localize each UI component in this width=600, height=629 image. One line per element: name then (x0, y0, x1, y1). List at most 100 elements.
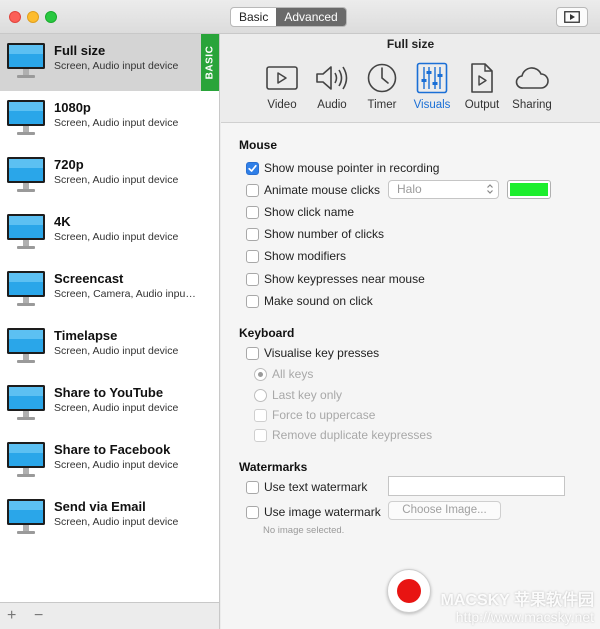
visualise-keys-checkbox[interactable] (246, 346, 259, 360)
preset-item[interactable]: 720p Screen, Audio input device (0, 148, 219, 205)
monitor-icon (7, 43, 45, 78)
tab-visuals[interactable]: Visuals (407, 60, 457, 111)
preset-title: Screencast (54, 271, 124, 286)
add-preset-button[interactable]: + (7, 607, 16, 625)
show-modifiers-row[interactable]: Show modifiers (246, 249, 346, 263)
preset-subtitle: Screen, Audio input device (54, 459, 179, 471)
show-pointer-row[interactable]: Show mouse pointer in recording (246, 161, 439, 175)
watermarks-heading: Watermarks (239, 460, 308, 474)
animate-clicks-row[interactable]: Animate mouse clicks (246, 183, 380, 197)
show-pointer-checkbox[interactable] (246, 161, 259, 175)
preset-title: Send via Email (54, 499, 146, 514)
make-sound-checkbox[interactable] (246, 294, 259, 308)
visualise-keys-row[interactable]: Visualise key presses (246, 346, 379, 360)
preset-subtitle: Screen, Audio input device (54, 402, 179, 414)
sliders-icon (416, 62, 448, 94)
image-watermark-checkbox[interactable] (246, 505, 259, 519)
preset-title: 4K (54, 214, 71, 229)
preset-subtitle: Screen, Audio input device (54, 516, 179, 528)
tab-video[interactable]: Video (257, 60, 307, 111)
close-window-button[interactable] (9, 11, 21, 23)
output-file-icon (471, 63, 493, 93)
tab-label: Output (464, 99, 500, 111)
last-key-row[interactable]: Last key only (254, 388, 342, 402)
image-watermark-row[interactable]: Use image watermark (246, 505, 381, 519)
site-watermark: MACSKY 苹果软件园 http://www.macsky.net (441, 592, 595, 626)
preset-item[interactable]: Full size Screen, Audio input device BAS… (0, 34, 219, 91)
tab-audio[interactable]: Audio (307, 60, 357, 111)
visualise-keys-label: Visualise key presses (264, 346, 380, 360)
preset-item[interactable]: Share to Facebook Screen, Audio input de… (0, 433, 219, 490)
click-color-swatch[interactable] (507, 180, 551, 199)
cloud-icon (515, 67, 549, 89)
remove-dupes-row[interactable]: Remove duplicate keypresses (254, 428, 432, 442)
sidebar-footer: + − (0, 602, 220, 629)
preset-subtitle: Screen, Camera, Audio inpu… (54, 288, 196, 300)
text-watermark-input[interactable] (388, 476, 565, 496)
preset-name-heading: Full size (386, 37, 435, 51)
show-click-count-row[interactable]: Show number of clicks (246, 227, 384, 241)
tab-timer[interactable]: Timer (357, 60, 407, 111)
no-image-note: No image selected. (263, 525, 345, 536)
watermark-line-1: MACSKY 苹果软件园 (440, 592, 595, 609)
show-click-count-label: Show number of clicks (264, 227, 385, 241)
monitor-icon (7, 271, 45, 306)
advanced-mode-button[interactable]: Advanced (276, 8, 346, 26)
show-click-name-row[interactable]: Show click name (246, 205, 354, 219)
all-keys-row[interactable]: All keys (254, 367, 313, 381)
preview-button[interactable] (556, 7, 588, 27)
settings-tabs: Video Audio Timer Visuals Output Sharing (257, 60, 557, 111)
monitor-icon (7, 442, 45, 477)
tab-label: Visuals (413, 99, 451, 111)
show-modifiers-label: Show modifiers (264, 249, 347, 263)
remove-preset-button[interactable]: − (34, 607, 43, 625)
show-click-count-checkbox[interactable] (246, 227, 259, 241)
monitor-icon (7, 100, 45, 135)
keyboard-heading: Keyboard (239, 326, 295, 340)
text-watermark-checkbox[interactable] (246, 480, 259, 494)
all-keys-radio[interactable] (254, 367, 267, 381)
show-keypresses-row[interactable]: Show keypresses near mouse (246, 272, 425, 286)
tab-label: Sharing (512, 99, 552, 111)
tab-sharing[interactable]: Sharing (507, 60, 557, 111)
speaker-icon (316, 66, 348, 90)
settings-panel: Full size Video Audio Timer Visuals Outp… (221, 34, 600, 629)
preset-title: 1080p (54, 100, 91, 115)
tab-output[interactable]: Output (457, 60, 507, 111)
choose-image-button[interactable]: Choose Image... (388, 501, 501, 520)
force-upper-checkbox[interactable] (254, 408, 267, 422)
monitor-icon (7, 385, 45, 420)
zoom-window-button[interactable] (45, 11, 57, 23)
last-key-radio[interactable] (254, 388, 267, 402)
preset-item[interactable]: Timelapse Screen, Audio input device (0, 319, 219, 376)
preset-item[interactable]: Screencast Screen, Camera, Audio inpu… (0, 262, 219, 319)
minimize-window-button[interactable] (27, 11, 39, 23)
preset-title: Share to YouTube (54, 385, 164, 400)
show-click-name-checkbox[interactable] (246, 205, 259, 219)
mouse-heading: Mouse (239, 138, 278, 152)
basic-mode-button[interactable]: Basic (231, 8, 276, 26)
click-style-select[interactable]: Halo (388, 180, 499, 199)
preset-item[interactable]: Share to YouTube Screen, Audio input dev… (0, 376, 219, 433)
monitor-icon (7, 328, 45, 363)
show-modifiers-checkbox[interactable] (246, 249, 259, 263)
preset-item[interactable]: 4K Screen, Audio input device (0, 205, 219, 262)
animate-clicks-checkbox[interactable] (246, 183, 259, 197)
force-upper-row[interactable]: Force to uppercase (254, 408, 375, 422)
tab-label: Timer (367, 99, 397, 111)
preset-subtitle: Screen, Audio input device (54, 345, 179, 357)
make-sound-row[interactable]: Make sound on click (246, 294, 373, 308)
preset-item[interactable]: 1080p Screen, Audio input device (0, 91, 219, 148)
show-keypresses-checkbox[interactable] (246, 272, 259, 286)
record-button[interactable] (387, 569, 431, 613)
text-watermark-label: Use text watermark (264, 480, 368, 494)
preset-subtitle: Screen, Audio input device (54, 117, 179, 129)
animate-clicks-label: Animate mouse clicks (264, 183, 381, 197)
preset-item[interactable]: Send via Email Screen, Audio input devic… (0, 490, 219, 547)
updown-arrows-icon (487, 184, 493, 194)
text-watermark-row[interactable]: Use text watermark (246, 480, 367, 494)
remove-dupes-checkbox[interactable] (254, 428, 267, 442)
preset-sidebar: Full size Screen, Audio input device BAS… (0, 34, 220, 602)
image-watermark-label: Use image watermark (264, 505, 381, 519)
preset-title: Share to Facebook (54, 442, 171, 457)
